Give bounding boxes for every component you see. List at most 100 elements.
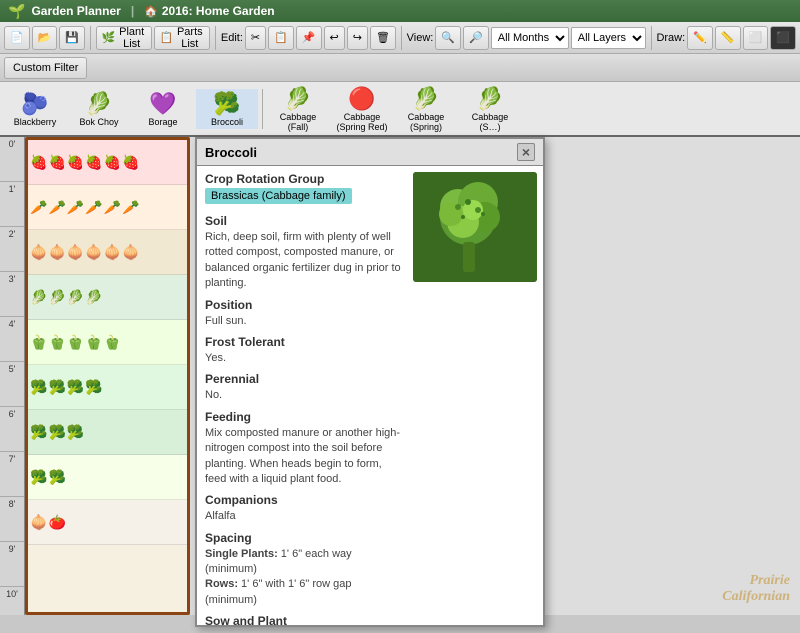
- toolbar-save-btn[interactable]: 💾: [59, 26, 85, 50]
- garden-canvas[interactable]: 🍓 🍓 🍓 🍓 🍓 🍓 🥕 🥕 🥕 🥕 🥕 🥕 🧅 🧅 🧅 🧅 🧅 🧅 🥬: [25, 137, 190, 615]
- edit-undo-btn[interactable]: ↩: [324, 26, 345, 50]
- separator-1: [90, 26, 91, 50]
- garden-row-7: 🥦 🥦: [28, 455, 187, 500]
- custom-filter-btn[interactable]: Custom Filter: [4, 57, 87, 79]
- garden-plant: 🥕: [104, 199, 121, 216]
- plant-item-blackberry[interactable]: 🫐 Blackberry: [4, 89, 66, 129]
- watermark: Prairie Californian: [722, 573, 790, 605]
- garden-plant: 🥦: [30, 469, 47, 486]
- garden-row-4: 🫑 🫑 🫑 🫑 🫑: [28, 320, 187, 365]
- separator-3: [401, 26, 402, 50]
- layers-select[interactable]: All Layers: [571, 27, 646, 49]
- edit-delete-btn[interactable]: 🗑: [370, 26, 396, 50]
- broccoli-icon: 🥦: [213, 91, 240, 117]
- garden-plant: 🥦: [30, 424, 47, 441]
- row-numbers: 0' 1' 2' 3' 4' 5' 6' 7' 8' 9' 10' 11': [0, 137, 25, 615]
- months-select[interactable]: All Months: [491, 27, 569, 49]
- frost-heading: Frost Tolerant: [205, 335, 405, 349]
- close-button[interactable]: ×: [517, 143, 535, 161]
- title-bar: 🌱 Garden Planner | 🏠 2016: Home Garden: [0, 0, 800, 22]
- edit-label: Edit:: [221, 32, 243, 44]
- garden-plant: 🥦: [48, 379, 65, 396]
- feeding-text: Mix composted manure or another high-nit…: [205, 426, 405, 488]
- plant-bar-separator: [262, 89, 263, 129]
- plant-item-borage[interactable]: 💜 Borage: [132, 89, 194, 129]
- zoom-in-btn[interactable]: 🔍: [435, 26, 461, 50]
- draw-line-btn[interactable]: 📏: [715, 26, 741, 50]
- info-panel: Broccoli × Crop Rotation Group Brassicas…: [195, 137, 545, 627]
- garden-row-8: 🧅 🍅: [28, 500, 187, 545]
- watermark-line1: Prairie: [750, 573, 790, 588]
- garden-plant: 🥕: [122, 199, 139, 216]
- plant-item-cabbage-s[interactable]: 🥬 Cabbage (S…): [459, 84, 521, 134]
- plant-item-bokchoy[interactable]: 🥬 Bok Choy: [68, 89, 130, 129]
- spacing-heading: Spacing: [205, 531, 405, 545]
- cabbage-s-icon: 🥬: [476, 86, 503, 112]
- cabbage-fall-label: Cabbage (Fall): [269, 112, 327, 132]
- plant-item-cabbage-fall[interactable]: 🥬 Cabbage (Fall): [267, 84, 329, 134]
- garden-plant: 🫑: [48, 334, 65, 351]
- secondary-toolbar: Custom Filter: [0, 54, 800, 82]
- plant-item-broccoli[interactable]: 🥦 Broccoli: [196, 89, 258, 129]
- row-num-4: 4': [0, 317, 24, 362]
- edit-redo-btn[interactable]: ↪: [347, 26, 368, 50]
- app-icon: 🌱: [8, 3, 25, 20]
- separator-4: [651, 26, 652, 50]
- garden-plant: 🧅: [30, 244, 47, 261]
- window-icon: 🏠: [144, 5, 158, 18]
- rows-text: Rows: 1' 6" with 1' 6" row gap (minimum): [205, 577, 405, 608]
- draw-rect-btn[interactable]: ⬜: [743, 26, 769, 50]
- plant-item-cabbage-spring-red[interactable]: 🔴 Cabbage (Spring Red): [331, 84, 393, 134]
- row-num-3: 3': [0, 272, 24, 317]
- info-text: Crop Rotation Group Brassicas (Cabbage f…: [197, 166, 413, 627]
- garden-plant: 🥦: [67, 424, 84, 441]
- feeding-heading: Feeding: [205, 410, 405, 424]
- crop-rotation-heading: Crop Rotation Group: [205, 172, 405, 186]
- garden-row-5: 🥦 🥦 🥦 🥦: [28, 365, 187, 410]
- row-num-9: 9': [0, 542, 24, 587]
- garden-plant: 🥦: [67, 379, 84, 396]
- info-panel-title: Broccoli: [205, 145, 257, 160]
- garden-row-3: 🥬 🥬 🥬 🥬: [28, 275, 187, 320]
- parts-list-btn[interactable]: 📋 Parts List: [154, 26, 210, 50]
- garden-plant: 🥬: [85, 289, 102, 306]
- toolbar-new-btn[interactable]: 📄: [4, 26, 30, 50]
- cabbage-spring-red-label: Cabbage (Spring Red): [333, 112, 391, 132]
- garden-plant: 🥦: [85, 379, 102, 396]
- garden-plant: 🧅: [104, 244, 121, 261]
- zoom-out-btn[interactable]: 🔎: [463, 26, 489, 50]
- separator-2: [215, 26, 216, 50]
- project-name: 2016: Home Garden: [162, 4, 275, 18]
- garden-plant: 🍓: [122, 154, 139, 171]
- garden-plant: 🍓: [48, 154, 65, 171]
- feeding-section: Feeding Mix composted manure or another …: [205, 410, 405, 488]
- draw-fill-btn[interactable]: ⬛: [770, 26, 796, 50]
- borage-icon: 💜: [149, 91, 176, 117]
- edit-copy-btn[interactable]: 📋: [268, 26, 294, 50]
- garden-plant: 🧅: [30, 514, 47, 531]
- garden-plant: 🥕: [48, 199, 65, 216]
- perennial-heading: Perennial: [205, 372, 405, 386]
- plant-item-cabbage-spring[interactable]: 🥬 Cabbage (Spring): [395, 84, 457, 134]
- garden-plant: 🥦: [30, 379, 47, 396]
- garden-plant: 🍓: [30, 154, 47, 171]
- bokchoy-label: Bok Choy: [79, 117, 118, 127]
- broccoli-photo: [413, 172, 537, 282]
- garden-row-0: 🍓 🍓 🍓 🍓 🍓 🍓: [28, 140, 187, 185]
- toolbar-open-btn[interactable]: 📂: [32, 26, 58, 50]
- perennial-section: Perennial No.: [205, 372, 405, 403]
- info-panel-content: Crop Rotation Group Brassicas (Cabbage f…: [197, 166, 543, 627]
- garden-plant: 🫑: [30, 334, 47, 351]
- garden-plant: 🥬: [30, 289, 47, 306]
- single-plants-text: Single Plants: 1' 6" each way (minimum): [205, 547, 405, 578]
- edit-paste-btn[interactable]: 📌: [296, 26, 322, 50]
- edit-cut-btn[interactable]: ✂: [245, 26, 266, 50]
- garden-plant: 🍓: [85, 154, 102, 171]
- blackberry-label: Blackberry: [14, 117, 57, 127]
- companions-heading: Companions: [205, 493, 405, 507]
- plant-list-btn[interactable]: 🌿 Plant List: [96, 26, 152, 50]
- row-num-5: 5': [0, 362, 24, 407]
- soil-heading: Soil: [205, 214, 405, 228]
- garden-plant: 🫑: [104, 334, 121, 351]
- draw-pencil-btn[interactable]: ✏️: [687, 26, 713, 50]
